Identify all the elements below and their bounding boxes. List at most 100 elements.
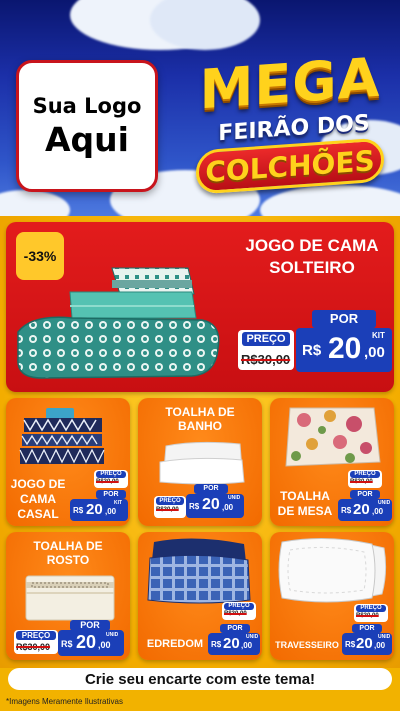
logo-text: Sua Logo: [32, 93, 142, 118]
price-integer: 20: [86, 501, 103, 518]
headline-mega: MEGA: [199, 45, 381, 122]
price-integer: 20: [353, 501, 370, 518]
header-banner: Sua Logo Aqui MEGA FEIRÃO DOS COLCHÕES: [0, 0, 400, 216]
product-title: EDREDOM: [146, 638, 204, 650]
price-unit: UNID: [246, 634, 259, 640]
product-card[interactable]: JOGO DE CAMA CASAL PREÇO R$30,00 POR R$ …: [6, 398, 130, 526]
face-towel-image: [25, 575, 115, 621]
logo-placeholder[interactable]: Sua Logo Aqui: [16, 60, 158, 192]
price-integer: 20: [76, 632, 97, 652]
disclaimer-text: *Imagens Meramente Ilustrativas: [6, 697, 123, 706]
product-card[interactable]: PREÇO R$30,00 EDREDOM POR R$ 20 ,00 UNID: [138, 532, 262, 660]
price-block: PREÇO R$30,00 POR R$ 20 ,00 UNID: [14, 620, 126, 658]
price-decimal: ,00: [98, 640, 111, 650]
price-unit: KIT: [372, 331, 385, 340]
price-integer: 20: [202, 496, 220, 513]
currency-symbol: R$: [345, 640, 356, 649]
preco-label: PREÇO: [156, 497, 184, 505]
old-price: R$30,00: [156, 507, 179, 513]
product-title: ROSTO: [46, 553, 90, 567]
product-card[interactable]: PREÇO R$30,00 TRAVESSEIRO POR R$ 20 ,00 …: [270, 532, 394, 660]
currency-symbol: R$: [211, 640, 222, 649]
product-card[interactable]: TOALHA DE BANHO PREÇO R$30,00 POR R$ 20 …: [138, 398, 262, 526]
price-decimal: ,00: [372, 507, 384, 516]
por-label: POR: [312, 310, 376, 328]
por-label: POR: [194, 484, 228, 494]
price-integer: 20: [356, 635, 373, 652]
price-decimal: ,00: [364, 344, 385, 361]
old-price-block: PREÇO R$30,00: [354, 604, 394, 624]
product-title: BANHO: [178, 419, 222, 433]
currency-symbol: R$: [189, 502, 200, 511]
bed-set-casal-image: [19, 408, 105, 464]
product-title: JOGO DE: [10, 477, 66, 491]
old-price: R$30,00: [224, 611, 247, 617]
price-decimal: ,00: [241, 641, 253, 650]
por-label: POR: [220, 624, 250, 633]
price-unit: UNID: [228, 495, 241, 501]
preco-label: PREÇO: [16, 631, 56, 640]
old-price: R$30,00: [16, 642, 51, 652]
old-price: R$30,00: [241, 352, 291, 367]
product-title: DE MESA: [277, 504, 333, 518]
cloud-shape: [0, 190, 70, 216]
price-block: PREÇO R$30,00 POR R$ 20 ,00 UNID: [154, 484, 246, 522]
currency-symbol: R$: [61, 639, 73, 649]
product-title: CASAL: [17, 507, 59, 521]
headline-colchoes: COLCHÕES: [205, 143, 375, 189]
new-price: R$ 20 ,00 UNID: [342, 633, 392, 655]
comforter-image: [147, 538, 251, 604]
currency-symbol: R$: [341, 506, 352, 515]
price-block: PREÇO R$30,00 POR R$ 20 ,00 KIT: [70, 470, 128, 522]
price-unit: KIT: [114, 500, 123, 506]
bed-set-image: [17, 267, 220, 379]
price-block: POR R$ 20 ,00 UNID: [338, 490, 394, 522]
preco-label: PREÇO: [350, 471, 380, 478]
price-block: POR R$ 20 ,00 UNID: [208, 624, 262, 658]
preco-label: PREÇO: [224, 603, 254, 610]
product-title: CAMA: [20, 492, 56, 506]
preco-label: PREÇO: [242, 332, 290, 346]
old-price: R$30,00: [350, 479, 373, 485]
featured-product-card[interactable]: -33% JOGO DE CAMA SOLTEIRO PREÇO R$30,00…: [6, 222, 394, 392]
price-block: PREÇO R$30,00 POR R$ 20 ,00 KIT: [238, 310, 392, 380]
new-price: R$ 20 ,00 KIT: [70, 499, 128, 521]
price-unit: UNID: [378, 634, 391, 640]
price-integer: 20: [223, 635, 240, 652]
product-title: SOLTEIRO: [269, 258, 355, 277]
price-unit: UNID: [106, 632, 119, 638]
price-block: POR R$ 20 ,00 UNID: [342, 624, 394, 658]
product-card[interactable]: PREÇO R$30,00 TOALHA DE MESA POR R$ 20 ,…: [270, 398, 394, 526]
currency-symbol: R$: [302, 342, 322, 359]
price-unit: UNID: [378, 500, 391, 506]
currency-symbol: R$: [73, 506, 84, 515]
product-title: TOALHA: [280, 489, 330, 503]
bath-towel-image: [159, 441, 245, 485]
product-title: TOALHA DE: [165, 405, 235, 419]
new-price: R$ 20 ,00 UNID: [208, 633, 260, 655]
price-decimal: ,00: [374, 641, 386, 650]
por-label: POR: [350, 490, 380, 499]
headline-badge: COLCHÕES: [196, 137, 384, 195]
price-integer: 20: [328, 332, 362, 365]
cta-banner[interactable]: Crie seu encarte com este tema!: [8, 668, 392, 690]
price-decimal: ,00: [222, 503, 234, 512]
product-card[interactable]: TOALHA DE ROSTO PREÇO R$30,00 POR R$ 20 …: [6, 532, 130, 660]
pillow-image: [278, 537, 387, 603]
preco-label: PREÇO: [96, 471, 126, 478]
por-label: POR: [96, 490, 126, 499]
product-title: TRAVESSEIRO: [275, 640, 339, 650]
product-title: JOGO DE CAMA: [245, 236, 379, 255]
old-price: R$30,00: [356, 613, 379, 619]
headline: MEGA FEIRÃO DOS COLCHÕES: [182, 46, 388, 202]
new-price: R$ 20 ,00 UNID: [186, 494, 244, 518]
new-price: R$ 20 ,00 KIT: [296, 328, 392, 372]
tablecloth-image: [285, 407, 381, 467]
new-price: R$ 20 ,00 UNID: [58, 630, 124, 656]
old-price-block: PREÇO R$30,00: [222, 602, 262, 622]
old-price-block: PREÇO R$30,00: [348, 470, 392, 490]
new-price: R$ 20 ,00 UNID: [338, 499, 392, 521]
por-label: POR: [352, 624, 382, 633]
product-title: TOALHA DE: [33, 539, 103, 553]
logo-text: Aqui: [45, 119, 129, 159]
